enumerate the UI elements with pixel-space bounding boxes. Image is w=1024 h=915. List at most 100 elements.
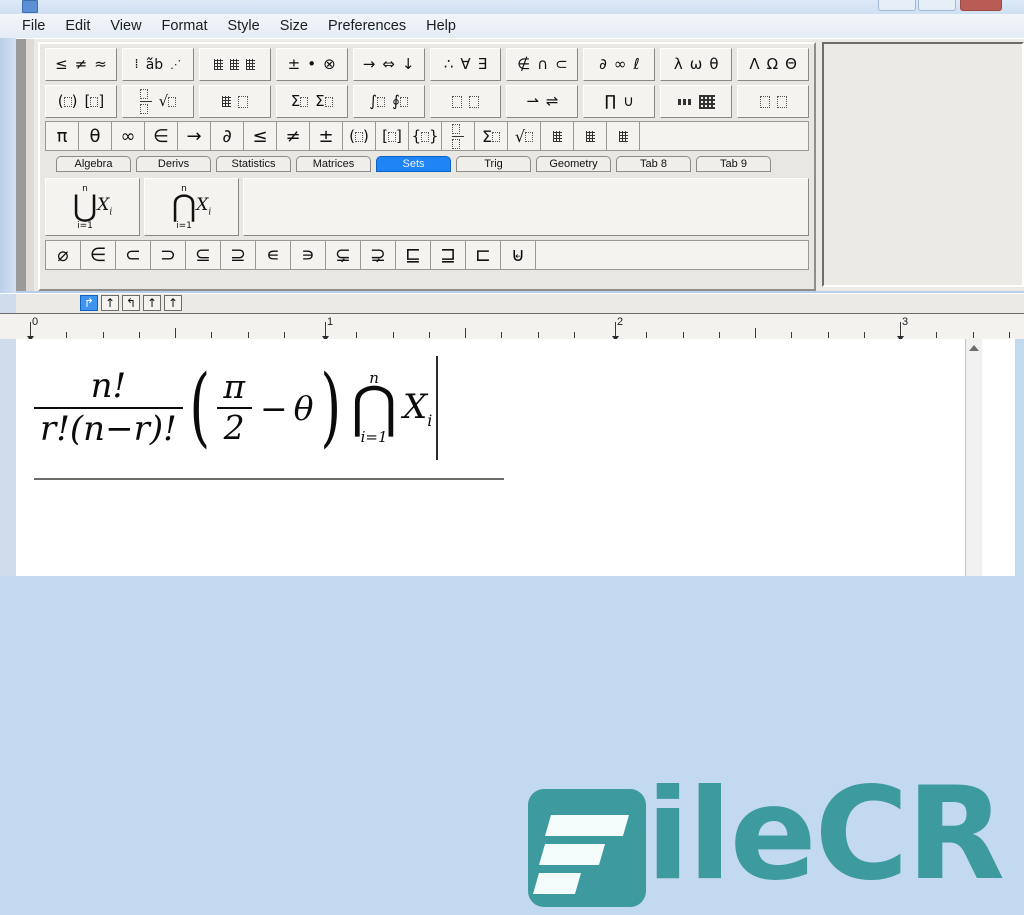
palette-tabs: Algebra Derivs Statistics Matrices Sets …: [40, 151, 814, 174]
symbol-subset-or-equal[interactable]: ⊆: [185, 240, 221, 270]
symbol-theta[interactable]: θ: [78, 121, 112, 151]
superscript-template[interactable]: [540, 121, 574, 151]
operators-palette[interactable]: ± • ⊗: [275, 48, 348, 81]
menu-help[interactable]: Help: [416, 16, 466, 36]
integral-templates-palette[interactable]: ∫ ∮: [352, 85, 425, 118]
subscript-template[interactable]: [573, 121, 607, 151]
symbol-superset-of[interactable]: ⊃: [150, 240, 186, 270]
ruler-minor-tick: [356, 332, 357, 338]
sets-templates-row: n ⋃ i=1 Xi n ⋂ i=1 Xi: [40, 174, 814, 236]
symbol-not-equal[interactable]: ≠: [276, 121, 310, 151]
product-set-theory-templates-palette[interactable]: ∏ ∪: [583, 85, 656, 118]
fraction-template[interactable]: [441, 121, 475, 151]
symbol-element-of[interactable]: ∈: [80, 240, 116, 270]
tab-geometry[interactable]: Geometry: [536, 156, 611, 172]
fraction-radical-templates-palette[interactable]: √: [121, 85, 194, 118]
round-fence-template[interactable]: (): [342, 121, 376, 151]
tab-statistics[interactable]: Statistics: [216, 156, 291, 172]
tab-matrices[interactable]: Matrices: [296, 156, 371, 172]
symbol-empty-set[interactable]: ⌀: [45, 240, 81, 270]
tab-algebra[interactable]: Algebra: [56, 156, 131, 172]
ruler-minor-tick: [973, 332, 974, 338]
ruler-label-0: 0: [32, 316, 39, 328]
menu-view[interactable]: View: [100, 16, 151, 36]
align-tab-right-button[interactable]: ↰: [122, 295, 140, 311]
toolbar-drag-handle[interactable]: [16, 39, 26, 291]
symbol-square-subset[interactable]: ⊏: [465, 240, 501, 270]
align-tab-center-button[interactable]: ↑: [101, 295, 119, 311]
logo-bar-bottom: [532, 873, 582, 894]
minimize-button[interactable]: [878, 0, 916, 11]
symbol-subset-neither-equal[interactable]: ⊊: [325, 240, 361, 270]
spaces-and-dots-palette[interactable]: ⁞ a᷉b ⋰: [121, 48, 194, 81]
menu-edit[interactable]: Edit: [55, 16, 100, 36]
tab-sets[interactable]: Sets: [376, 156, 451, 172]
close-button[interactable]: [960, 0, 1002, 11]
menu-style[interactable]: Style: [217, 16, 269, 36]
fence-templates-palette[interactable]: ()[]: [45, 85, 117, 118]
miscellaneous-palette[interactable]: ∂ ∞ ℓ: [583, 48, 656, 81]
labeled-arrow-templates-palette[interactable]: ⇀ ⇌: [506, 85, 579, 118]
symbol-less-than-or-equal[interactable]: ≤: [243, 121, 277, 151]
arrows-palette[interactable]: → ⇔ ↓: [352, 48, 425, 81]
big-union-template[interactable]: n ⋃ i=1 Xi: [45, 178, 140, 236]
ruler-minor-tick: [791, 332, 792, 338]
tab-derivs[interactable]: Derivs: [136, 156, 211, 172]
horizontal-ruler[interactable]: 0 1 2 3: [0, 313, 1024, 341]
align-tab-left-button[interactable]: ↱: [80, 295, 98, 311]
radical-template[interactable]: √: [507, 121, 541, 151]
logical-palette[interactable]: ∴ ∀ ∃: [429, 48, 502, 81]
app-icon: [22, 0, 38, 13]
equation-canvas[interactable]: n! r!(n−r)! ( π 2 − θ ) n ⋂ i=1 Xi: [16, 339, 991, 576]
sub-superscript-template[interactable]: [606, 121, 640, 151]
subscript-superscript-templates-palette[interactable]: [198, 85, 271, 118]
symbol-superset-neither-equal[interactable]: ⊋: [360, 240, 396, 270]
symbol-square-superset-or-equal[interactable]: ⊒: [430, 240, 466, 270]
symbol-pi[interactable]: π: [45, 121, 79, 151]
greek-lowercase-palette[interactable]: λωθ: [660, 48, 733, 81]
symbol-partial-derivative[interactable]: ∂: [210, 121, 244, 151]
symbol-small-contains[interactable]: ∍: [290, 240, 326, 270]
set-theory-palette[interactable]: ∉ ∩ ⊂: [506, 48, 579, 81]
maximize-button[interactable]: [918, 0, 956, 11]
square-fence-template[interactable]: []: [375, 121, 409, 151]
ruler-minor-tick: [936, 332, 937, 338]
symbol-subset-of[interactable]: ⊂: [115, 240, 151, 270]
tab-trig[interactable]: Trig: [456, 156, 531, 172]
equation-content[interactable]: n! r!(n−r)! ( π 2 − θ ) n ⋂ i=1 Xi: [34, 356, 439, 460]
symbol-infinity[interactable]: ∞: [111, 121, 145, 151]
symbol-element-of[interactable]: ∈: [144, 121, 178, 151]
vertical-scrollbar[interactable]: [965, 339, 982, 576]
symbol-small-element-of[interactable]: ∊: [255, 240, 291, 270]
menu-format[interactable]: Format: [152, 16, 218, 36]
align-tab-decimal-button[interactable]: ↑: [164, 295, 182, 311]
bracket-matrix-templates-palette[interactable]: [737, 85, 810, 118]
curly-fence-template[interactable]: {}: [408, 121, 442, 151]
big-intersection-template[interactable]: n ⋂ i=1 Xi: [144, 178, 239, 236]
menu-file[interactable]: File: [12, 16, 55, 36]
toolbar-left-rail: [0, 38, 16, 293]
symbol-plus-minus[interactable]: ±: [309, 121, 343, 151]
scroll-up-icon[interactable]: [969, 345, 979, 351]
embellishments-palette[interactable]: [198, 48, 271, 81]
ruler-minor-tick: [755, 328, 756, 338]
palette-row-1: ≤ ≠ ≈ ⁞ a᷉b ⋰ ± • ⊗ → ⇔ ↓ ∴ ∀ ∃ ∉ ∩ ⊂ ∂ …: [40, 44, 814, 81]
symbol-multiset-union[interactable]: ⊌: [500, 240, 536, 270]
greek-uppercase-palette[interactable]: ΛΩΘ: [737, 48, 810, 81]
menu-size[interactable]: Size: [270, 16, 318, 36]
menu-preferences[interactable]: Preferences: [318, 16, 416, 36]
align-tab-equals-button[interactable]: ↑: [143, 295, 161, 311]
relations-palette[interactable]: ≤ ≠ ≈: [45, 48, 117, 81]
palette-row-2: ()[] √ ΣΣ ∫ ∮ ⇀ ⇌ ∏ ∪: [40, 81, 814, 118]
big-intersection-operand: Xi: [196, 194, 212, 218]
ruler-minor-tick: [719, 332, 720, 338]
symbol-superset-or-equal[interactable]: ⊇: [220, 240, 256, 270]
matrix-templates-palette[interactable]: [660, 85, 733, 118]
tab-9[interactable]: Tab 9: [696, 156, 771, 172]
symbol-right-arrow[interactable]: →: [177, 121, 211, 151]
summation-template[interactable]: Σ: [474, 121, 508, 151]
symbol-square-subset-or-equal[interactable]: ⊑: [395, 240, 431, 270]
underbar-overbar-templates-palette[interactable]: [429, 85, 502, 118]
summation-templates-palette[interactable]: ΣΣ: [275, 85, 348, 118]
tab-8[interactable]: Tab 8: [616, 156, 691, 172]
